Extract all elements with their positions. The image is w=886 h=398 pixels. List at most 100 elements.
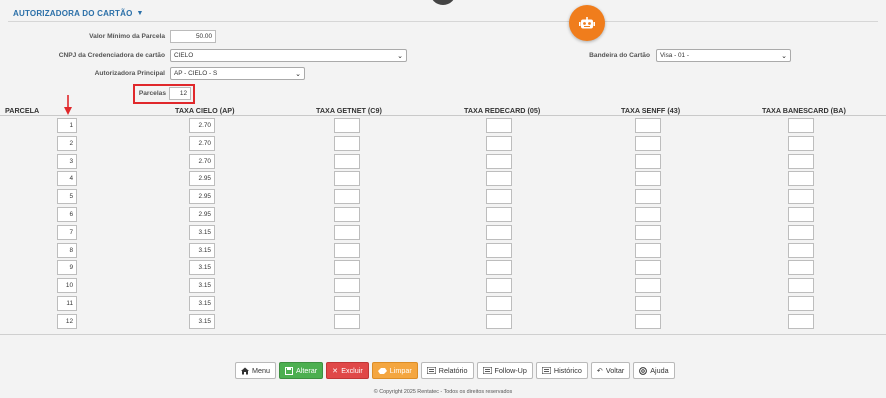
cell-redecard-6[interactable] <box>486 207 512 222</box>
list-icon <box>541 367 551 374</box>
cell-banescard-4[interactable] <box>788 171 814 187</box>
bandeira-label: Bandeira do Cartão <box>589 52 650 59</box>
cell-parcela-2[interactable]: 2 <box>57 135 77 151</box>
cell-parcela-10[interactable]: 10 <box>57 278 77 294</box>
historico-button[interactable]: Histórico <box>535 362 588 379</box>
ajuda-button[interactable]: Ajuda <box>633 362 675 379</box>
cell-parcela-9[interactable]: 9 <box>57 260 77 276</box>
cell-banescard-12[interactable] <box>788 313 814 329</box>
cell-redecard-1[interactable] <box>486 118 512 133</box>
cell-senff-8[interactable] <box>635 242 661 258</box>
cell-redecard-8[interactable] <box>486 242 512 258</box>
menu-button-label: Menu <box>252 366 270 375</box>
caret-down-icon: ▼ <box>136 10 144 17</box>
cell-senff-4[interactable] <box>635 171 661 187</box>
col-header-getnet: TAXA GETNET (C9) <box>316 106 382 115</box>
cell-getnet-1[interactable] <box>334 118 360 133</box>
cell-parcela-1[interactable]: 1 <box>57 118 77 133</box>
cell-parcela-6[interactable]: 6 <box>57 207 77 222</box>
cell-cielo-10[interactable]: 3.15 <box>189 278 215 294</box>
cell-senff-2[interactable] <box>635 135 661 151</box>
cell-banescard-6[interactable] <box>788 207 814 222</box>
excluir-button[interactable]: ✕ Excluir <box>326 362 369 379</box>
cell-banescard-7[interactable] <box>788 224 814 240</box>
cell-redecard-5[interactable] <box>486 189 512 205</box>
cell-redecard-12[interactable] <box>486 313 512 329</box>
col-header-cielo: TAXA CIELO (AP) <box>175 106 235 115</box>
cell-redecard-4[interactable] <box>486 171 512 187</box>
cell-getnet-10[interactable] <box>334 278 360 294</box>
cell-cielo-1[interactable]: 2.70 <box>189 118 215 133</box>
cell-redecard-9[interactable] <box>486 260 512 276</box>
cell-getnet-3[interactable] <box>334 153 360 169</box>
cell-cielo-8[interactable]: 3.15 <box>189 242 215 258</box>
cell-parcela-11[interactable]: 11 <box>57 296 77 311</box>
cell-senff-9[interactable] <box>635 260 661 276</box>
cell-cielo-4[interactable]: 2.95 <box>189 171 215 187</box>
cell-parcela-7[interactable]: 7 <box>57 224 77 240</box>
cell-banescard-5[interactable] <box>788 189 814 205</box>
cell-getnet-6[interactable] <box>334 207 360 222</box>
cell-getnet-9[interactable] <box>334 260 360 276</box>
cell-banescard-3[interactable] <box>788 153 814 169</box>
cell-banescard-1[interactable] <box>788 118 814 133</box>
robot-assistant-button[interactable] <box>569 5 605 41</box>
cell-banescard-2[interactable] <box>788 135 814 151</box>
menu-button[interactable]: Menu <box>235 362 276 379</box>
valor-minimo-input[interactable]: 50.00 <box>170 30 216 43</box>
cell-cielo-2[interactable]: 2.70 <box>189 135 215 151</box>
cell-senff-10[interactable] <box>635 278 661 294</box>
cell-getnet-11[interactable] <box>334 296 360 311</box>
cell-redecard-3[interactable] <box>486 153 512 169</box>
cell-cielo-11[interactable]: 3.15 <box>189 296 215 311</box>
section-title-text: AUTORIZADORA DO CARTÃO <box>13 9 133 18</box>
voltar-button[interactable]: ↶ Voltar <box>590 362 631 379</box>
cell-redecard-11[interactable] <box>486 296 512 311</box>
bandeira-select[interactable]: Visa - 01 - ⌄ <box>656 49 791 62</box>
cell-parcela-8[interactable]: 8 <box>57 242 77 258</box>
cell-senff-11[interactable] <box>635 296 661 311</box>
grid-divider <box>0 334 886 335</box>
cell-getnet-4[interactable] <box>334 171 360 187</box>
cell-senff-6[interactable] <box>635 207 661 222</box>
cell-redecard-2[interactable] <box>486 135 512 151</box>
relatorio-button[interactable]: Relatório <box>420 362 474 379</box>
autorizadora-select[interactable]: AP - CIELO - S ⌄ <box>170 67 305 80</box>
cell-cielo-12[interactable]: 3.15 <box>189 313 215 329</box>
limpar-button[interactable]: Limpar <box>371 362 418 379</box>
cell-getnet-8[interactable] <box>334 242 360 258</box>
cell-getnet-12[interactable] <box>334 313 360 329</box>
cell-banescard-9[interactable] <box>788 260 814 276</box>
parcelas-input[interactable]: 12 <box>169 87 191 100</box>
cell-banescard-11[interactable] <box>788 296 814 311</box>
x-icon: ✕ <box>332 366 339 375</box>
cell-senff-5[interactable] <box>635 189 661 205</box>
cnpj-select[interactable]: CIELO ⌄ <box>170 49 407 62</box>
cell-cielo-5[interactable]: 2.95 <box>189 189 215 205</box>
cell-cielo-7[interactable]: 3.15 <box>189 224 215 240</box>
cell-parcela-3[interactable]: 3 <box>57 153 77 169</box>
cell-cielo-9[interactable]: 3.15 <box>189 260 215 276</box>
cell-redecard-10[interactable] <box>486 278 512 294</box>
followup-button-label: Follow-Up <box>494 366 527 375</box>
col-header-redecard: TAXA REDECARD (05) <box>464 106 541 115</box>
cell-senff-12[interactable] <box>635 313 661 329</box>
cell-getnet-7[interactable] <box>334 224 360 240</box>
cell-senff-1[interactable] <box>635 118 661 133</box>
cell-parcela-12[interactable]: 12 <box>57 313 77 329</box>
cell-getnet-5[interactable] <box>334 189 360 205</box>
cell-senff-7[interactable] <box>635 224 661 240</box>
cell-parcela-4[interactable]: 4 <box>57 171 77 187</box>
cell-cielo-6[interactable]: 2.95 <box>189 207 215 222</box>
cell-parcela-5[interactable]: 5 <box>57 189 77 205</box>
cell-getnet-2[interactable] <box>334 135 360 151</box>
cnpj-label: CNPJ da Credenciadora de cartão <box>58 52 165 59</box>
cell-banescard-10[interactable] <box>788 278 814 294</box>
cell-senff-3[interactable] <box>635 153 661 169</box>
alterar-button[interactable]: Alterar <box>278 362 324 379</box>
cell-redecard-7[interactable] <box>486 224 512 240</box>
cell-cielo-3[interactable]: 2.70 <box>189 153 215 169</box>
followup-button[interactable]: Follow-Up <box>476 362 533 379</box>
cell-banescard-8[interactable] <box>788 242 814 258</box>
section-title[interactable]: AUTORIZADORA DO CARTÃO ▼ <box>13 9 144 18</box>
